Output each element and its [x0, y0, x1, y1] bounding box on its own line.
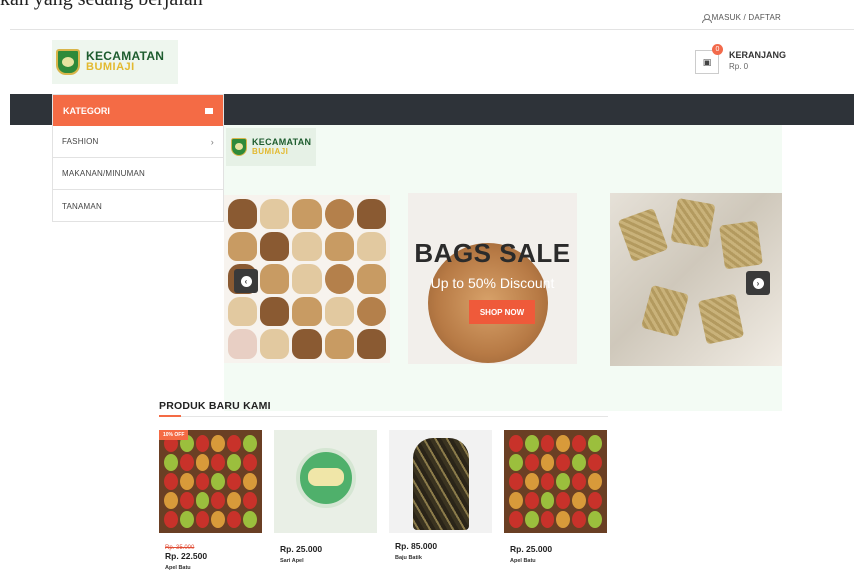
slider-prev-button[interactable]: ‹ [234, 269, 258, 293]
product-name[interactable]: Apel Batu [165, 565, 262, 571]
product-card[interactable]: 10% OFF Rp. 35.000 Rp. 22.500 Apel Batu [159, 430, 262, 571]
product-image[interactable] [504, 430, 607, 533]
product-name[interactable]: Baju Batik [395, 555, 492, 561]
logo-line-2: BUMIAJI [86, 61, 135, 73]
logo-text: KECAMATAN BUMIAJI [86, 50, 164, 73]
product-price: Rp. 22.500 [165, 551, 208, 561]
discount-badge: 10% OFF [159, 430, 189, 440]
product-price: Rp. 25.000 [510, 544, 553, 554]
category-item-fashion[interactable]: FASHION › [53, 126, 223, 158]
chevron-right-icon: › [210, 136, 214, 147]
slider-next-button[interactable]: › [746, 271, 770, 295]
shop-now-button[interactable]: SHOP NOW [469, 300, 535, 324]
product-price: Rp. 25.000 [280, 544, 323, 554]
category-header-label: KATEGORI [63, 105, 110, 116]
login-register-link[interactable]: MASUK / DAFTAR [701, 13, 781, 23]
category-item-label: MAKANAN/MINUMAN [62, 169, 146, 178]
product-image[interactable]: 10% OFF [159, 430, 262, 533]
cart-label: KERANJANG [729, 50, 787, 60]
product-price: Rp. 85.000 [395, 541, 438, 551]
products-section-title: PRODUK BARU KAMI [159, 400, 271, 412]
menu-bars-icon [205, 107, 213, 114]
cart-count-badge: 0 [712, 44, 723, 55]
sale-subtitle: Up to 50% Discount [430, 275, 555, 291]
product-image[interactable] [274, 430, 377, 533]
site-logo[interactable]: KECAMATAN BUMIAJI [52, 40, 178, 84]
category-item-makanan-minuman[interactable]: MAKANAN/MINUMAN [53, 158, 223, 190]
chevron-left-icon: ‹ [240, 275, 252, 287]
cart-amount: Rp. 0 [729, 62, 749, 71]
user-icon [701, 13, 712, 23]
hero-logo-line-2: BUMIAJI [252, 147, 289, 156]
sale-title: BAGS SALE [414, 238, 571, 268]
category-menu: KATEGORI FASHION › MAKANAN/MINUMAN TANAM… [52, 94, 224, 222]
category-item-tanaman[interactable]: TANAMAN [53, 190, 223, 222]
product-card[interactable]: Rp. 25.000 Sari Apel [274, 430, 377, 564]
chevron-right-icon: › [752, 277, 764, 289]
district-emblem-icon [231, 138, 247, 156]
login-register-label: MASUK / DAFTAR [711, 13, 781, 22]
hero-logo-line-1: KECAMATAN [252, 137, 312, 147]
section-divider [159, 415, 608, 417]
category-item-label: FASHION [62, 137, 99, 146]
district-emblem-icon [56, 49, 80, 75]
hero-slider: KECAMATAN BUMIAJI BAGS SALE Up to 50% Di… [224, 125, 782, 411]
product-image[interactable] [389, 430, 492, 533]
category-item-label: TANAMAN [62, 201, 102, 211]
top-bar: MASUK / DAFTAR [10, 10, 854, 30]
hero-logo: KECAMATAN BUMIAJI [226, 128, 316, 166]
product-card[interactable]: Rp. 25.000 Apel Batu [504, 430, 607, 564]
product-name[interactable]: Sari Apel [280, 558, 377, 564]
product-card[interactable]: Rp. 85.000 Baju Batik [389, 430, 492, 561]
category-header[interactable]: KATEGORI [53, 95, 223, 126]
slide-bags-sale[interactable]: BAGS SALE Up to 50% Discount SHOP NOW [408, 193, 577, 364]
product-name[interactable]: Apel Batu [510, 558, 607, 564]
hero-logo-text: KECAMATAN BUMIAJI [252, 137, 312, 157]
